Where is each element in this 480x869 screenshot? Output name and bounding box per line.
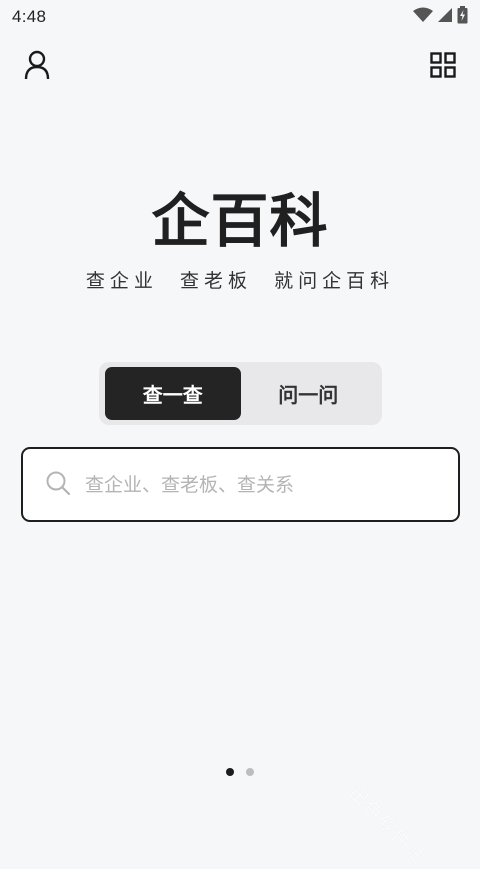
brand-slogan: 查企业 查老板 就问企百科 <box>85 270 395 292</box>
grid-menu-button[interactable] <box>426 50 460 84</box>
status-bar: 4:48 <box>0 0 480 34</box>
tab-search[interactable]: 查一查 <box>105 367 241 420</box>
brand-logo: 企百科 <box>151 187 329 255</box>
pager-dot-active[interactable] <box>226 768 234 776</box>
search-box[interactable] <box>21 447 460 522</box>
mode-toggle: 查一查 问一问 <box>99 362 382 425</box>
wifi-icon <box>413 7 433 27</box>
battery-charging-icon <box>457 6 468 28</box>
search-icon <box>45 470 71 500</box>
user-profile-button[interactable] <box>20 50 54 84</box>
status-time: 4:48 <box>12 7 47 26</box>
cellular-signal-icon <box>437 7 453 27</box>
pager-dot-inactive[interactable] <box>246 768 254 776</box>
user-profile-icon <box>24 50 50 84</box>
grid-menu-icon <box>430 52 456 82</box>
pager-dots <box>0 768 480 776</box>
status-icons <box>413 6 468 28</box>
tab-ask[interactable]: 问一问 <box>241 367 377 420</box>
watermark: 出色软件站 <box>344 782 430 869</box>
search-input[interactable] <box>83 463 458 506</box>
